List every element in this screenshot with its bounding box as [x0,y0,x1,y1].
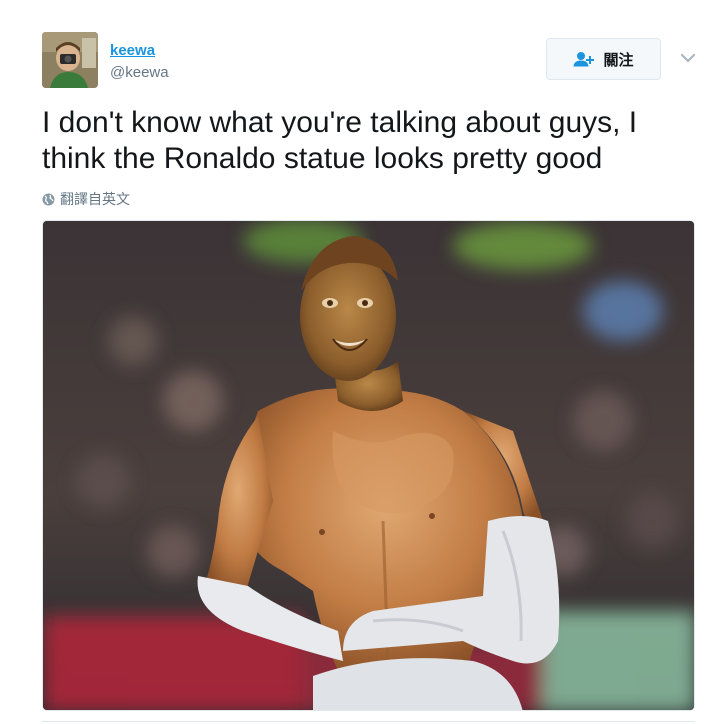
statue-photo-image [43,221,694,710]
tweet-text: I don't know what you're talking about g… [42,106,638,175]
translate-link[interactable]: 翻譯自英文 [42,189,130,209]
divider [42,721,695,722]
add-user-icon [573,51,595,67]
follow-label: 關注 [603,51,634,69]
globe-icon [42,193,55,206]
translate-label: 翻譯自英文 [60,191,130,207]
avatar[interactable] [42,32,98,88]
author-display-name[interactable]: keewa [110,42,155,59]
more-options-chevron[interactable] [678,50,698,66]
tweet-card: keewa @keewa 關注 I don't know what you're… [0,0,722,724]
chevron-down-icon [680,53,696,63]
tweet-photo[interactable] [42,220,695,711]
avatar-image [42,32,98,88]
author-handle[interactable]: @keewa [110,64,169,81]
follow-button[interactable]: 關注 [546,38,661,80]
